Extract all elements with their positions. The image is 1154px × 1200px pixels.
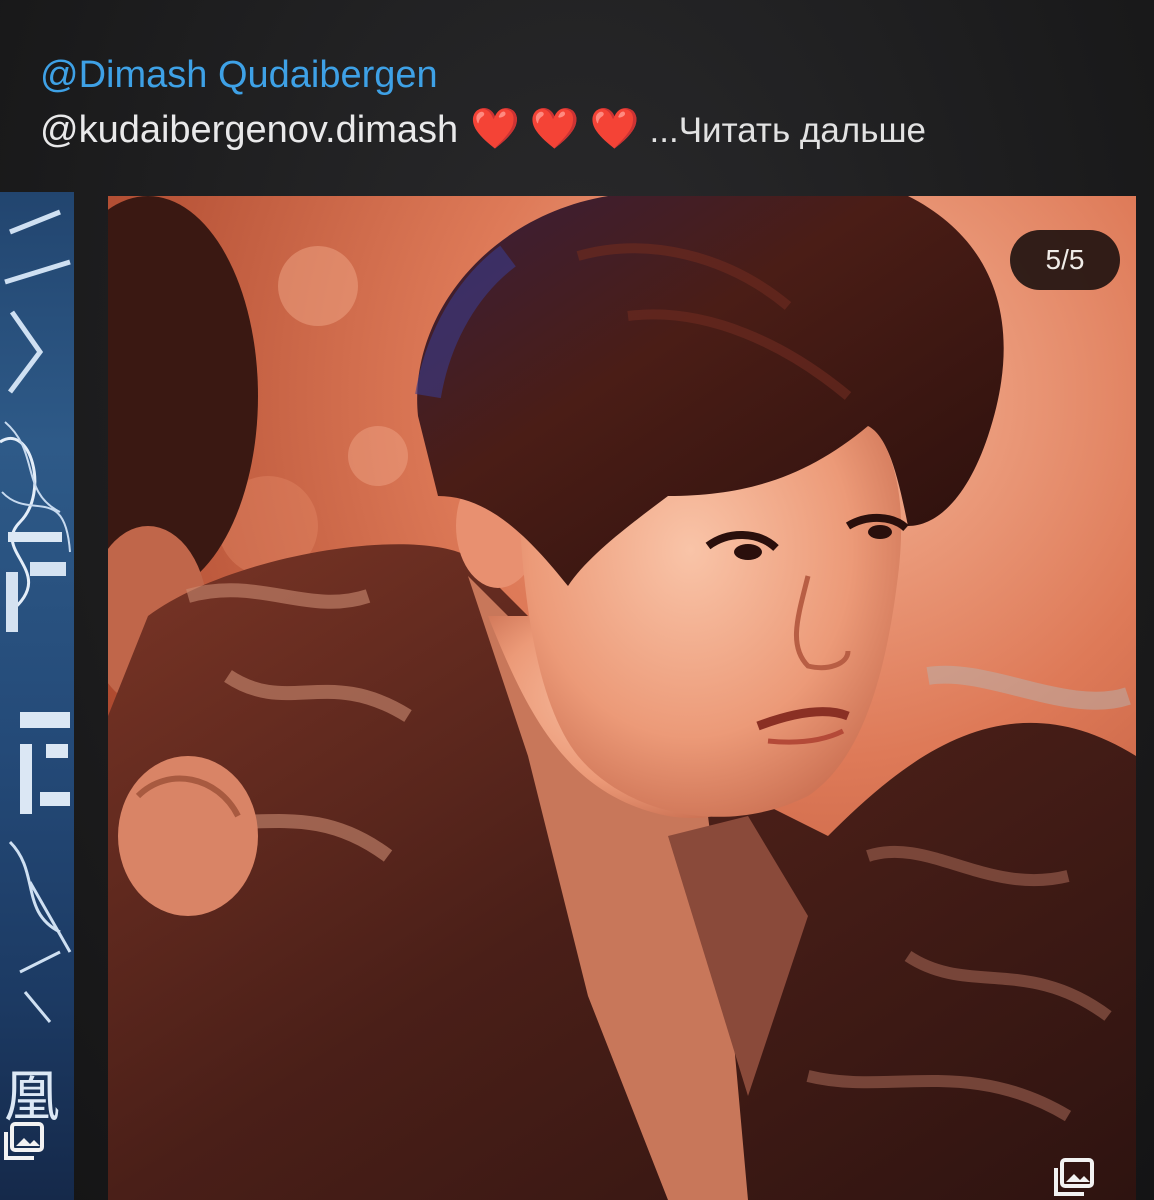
multiple-images-icon bbox=[4, 1122, 44, 1160]
post-photo[interactable] bbox=[108, 196, 1136, 1200]
screen: @Dimash Qudaibergen @kudaibergenov.dimas… bbox=[0, 0, 1154, 1200]
poster-scribble-art bbox=[0, 209, 72, 1023]
previous-post-thumbnail[interactable]: 凰 bbox=[0, 192, 74, 1200]
read-more-link[interactable]: ...Читать дальше bbox=[650, 111, 926, 150]
mention-link-secondary[interactable]: @kudaibergenov.dimash bbox=[40, 109, 458, 151]
caption-line-1: @Dimash Qudaibergen bbox=[40, 48, 1124, 102]
post-caption: @Dimash Qudaibergen @kudaibergenov.dimas… bbox=[40, 48, 1124, 158]
image-counter-badge: 5/5 bbox=[1010, 230, 1120, 290]
photo-illustration bbox=[108, 196, 1136, 1200]
multiple-images-icon bbox=[1054, 1158, 1094, 1196]
mention-link-primary[interactable]: @Dimash Qudaibergen bbox=[40, 54, 438, 96]
poster-glyph: 凰 bbox=[4, 1065, 60, 1130]
hearts-emoji: ❤️❤️❤️ bbox=[470, 107, 650, 151]
caption-line-2: @kudaibergenov.dimash ❤️❤️❤️...Читать дал… bbox=[40, 102, 1124, 158]
